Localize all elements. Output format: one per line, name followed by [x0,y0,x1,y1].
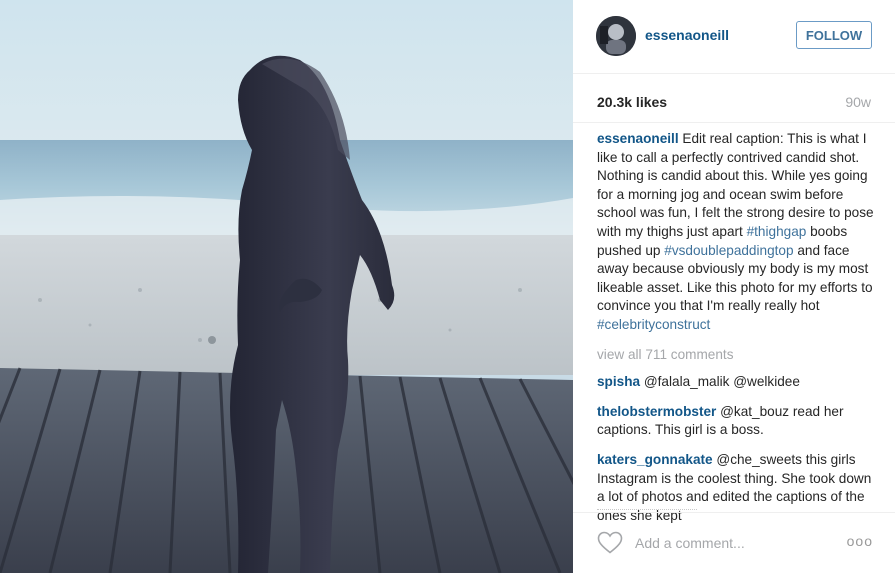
caption: essenaoneill Edit real caption: This is … [597,130,877,335]
divider [597,509,697,511]
comment-footer: Add a comment... ooo [573,509,895,574]
heart-outline-icon[interactable] [597,531,623,555]
comments-section: essenaoneill Edit real caption: This is … [597,130,877,536]
comment-item: spisha @falala_malik @welkidee [597,373,877,392]
beach-photo-image [0,0,573,573]
caption-username[interactable]: essenaoneill [597,131,679,146]
post-photo[interactable] [0,0,573,573]
follow-button[interactable]: FOLLOW [796,21,872,49]
view-all-comments-link[interactable]: view all 711 comments [597,346,877,365]
post-stats: 20.3k likes 90w [573,74,895,123]
hashtag-celebrityconstruct[interactable]: #celebrityconstruct [597,317,710,332]
hashtag-vsdoublepaddingtop[interactable]: #vsdoublepaddingtop [664,243,793,258]
more-options-icon[interactable]: ooo [847,533,873,549]
post-header: essenaoneill FOLLOW [573,0,895,74]
hashtag-thighgap[interactable]: #thighgap [747,224,807,239]
comment-username[interactable]: spisha [597,374,640,389]
comment-text: @falala_malik @welkidee [643,374,800,390]
comment-username[interactable]: thelobstermobster [597,404,716,419]
avatar[interactable] [596,16,636,56]
add-comment-input[interactable]: Add a comment... [635,535,745,551]
likes-count[interactable]: 20.3k likes [597,94,667,110]
post-sidebar: essenaoneill FOLLOW 20.3k likes 90w esse… [573,0,895,573]
username-link[interactable]: essenaoneill [645,27,729,43]
post-age[interactable]: 90w [845,94,871,110]
caption-text-1: Edit real caption: This is what I like t… [597,131,874,239]
comment-item: thelobstermobster @kat_bouz read her cap… [597,403,877,440]
comment-username[interactable]: katers_gonnakate [597,452,713,467]
